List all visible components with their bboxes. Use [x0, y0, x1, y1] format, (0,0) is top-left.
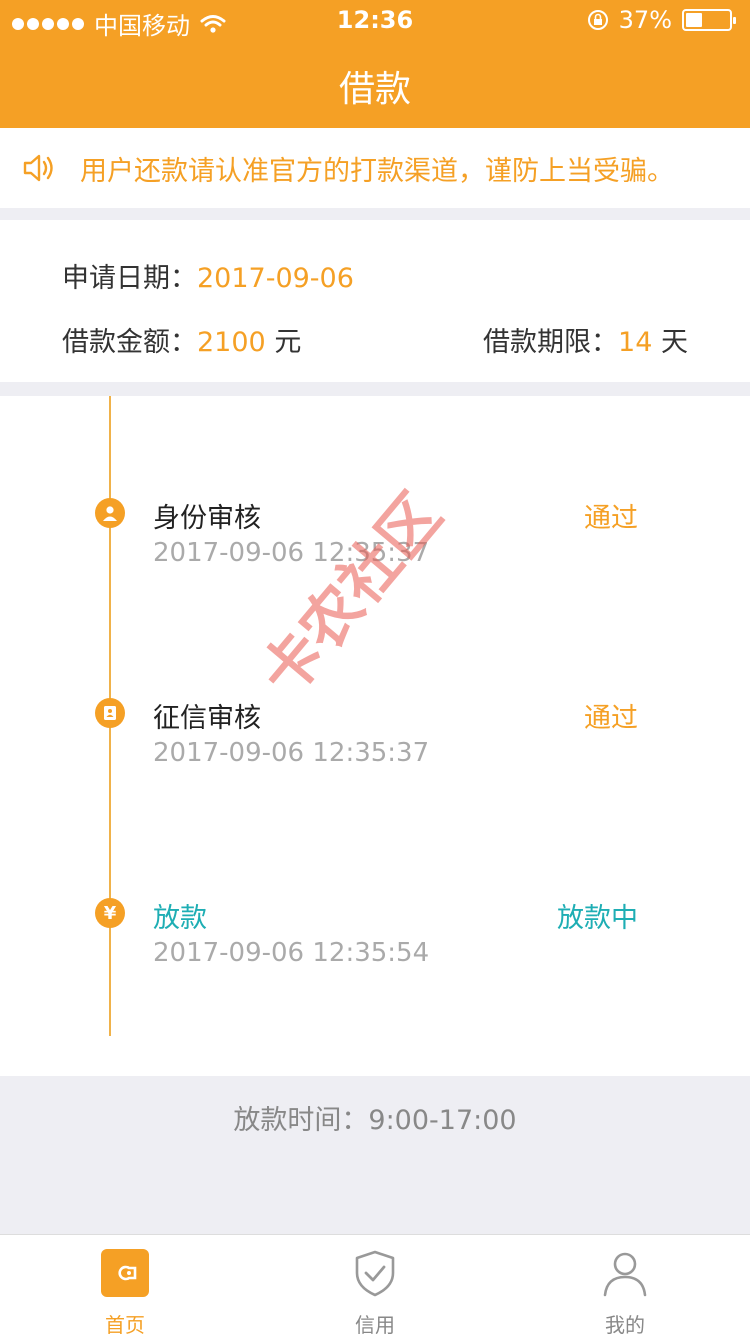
timeline-item-time: 2017-09-06 12:35:37 [153, 538, 430, 568]
tab-label: 首页 [105, 1313, 145, 1334]
wallet-icon [101, 1249, 149, 1297]
page-title: 借款 [338, 69, 411, 110]
timeline-item-name: 身份审核 [153, 503, 261, 534]
amount-label: 借款金额： [62, 327, 197, 358]
term-row: 借款期限：14 天 [483, 320, 688, 359]
tab-label: 信用 [355, 1313, 395, 1334]
status-bar: 中国移动 12:36 37% [0, 0, 750, 40]
notice-banner: 用户还款请认准官方的打款渠道，谨防上当受骗。 [0, 128, 750, 208]
id-card-icon [95, 698, 125, 728]
tab-mine[interactable]: 我的 [500, 1235, 750, 1334]
term-unit: 天 [661, 327, 688, 358]
apply-date-label: 申请日期： [62, 263, 197, 294]
timeline-item-disbursement: ¥ 放款 2017-09-06 12:35:54 放款中 [0, 896, 750, 986]
apply-date-row: 申请日期：2017-09-06 [62, 256, 354, 295]
yen-icon: ¥ [95, 898, 125, 928]
notice-text: 用户还款请认准官方的打款渠道，谨防上当受骗。 [80, 155, 674, 187]
amount-row: 借款金额：2100 元 [62, 320, 301, 359]
tab-credit[interactable]: 信用 [250, 1235, 500, 1334]
rotation-lock-icon [587, 10, 608, 30]
speaker-icon [23, 154, 53, 182]
timeline-item-time: 2017-09-06 12:35:54 [153, 938, 430, 968]
amount-value: 2100 [197, 327, 266, 358]
timeline-item-status: 通过 [584, 703, 638, 734]
timeline-item-credit: 征信审核 2017-09-06 12:35:37 通过 [0, 696, 750, 786]
timeline-item-name: 征信审核 [153, 703, 261, 734]
shield-check-icon [355, 1250, 395, 1297]
amount-unit: 元 [274, 327, 302, 358]
tab-home[interactable]: 首页 [0, 1235, 250, 1334]
timeline-item-name: 放款 [153, 903, 207, 934]
timeline-item-time: 2017-09-06 12:35:37 [153, 738, 430, 768]
user-icon [95, 498, 125, 528]
term-label: 借款期限： [483, 327, 619, 358]
apply-date-value: 2017-09-06 [197, 263, 354, 294]
loan-info-card: 申请日期：2017-09-06 借款金额：2100 元 借款期限：14 天 [0, 220, 750, 382]
battery-level [686, 13, 702, 27]
battery-icon [682, 9, 736, 31]
loan-hours-text: 放款时间：9:00-17:00 [233, 1105, 517, 1136]
term-value: 14 [618, 327, 653, 358]
timeline-item-status: 放款中 [557, 903, 638, 934]
header: 中国移动 12:36 37% 借款 [0, 0, 750, 128]
tab-bar: 首页 信用 我的 [0, 1234, 750, 1334]
status-bar-right: 37% [587, 6, 736, 34]
timeline-item-status: 通过 [584, 503, 638, 534]
tab-label: 我的 [605, 1313, 645, 1334]
progress-timeline: 身份审核 2017-09-06 12:35:37 通过 征信审核 2017-09… [0, 396, 750, 1076]
profile-icon [603, 1252, 647, 1297]
timeline-item-identity: 身份审核 2017-09-06 12:35:37 通过 [0, 496, 750, 586]
battery-percent: 37% [618, 6, 672, 34]
